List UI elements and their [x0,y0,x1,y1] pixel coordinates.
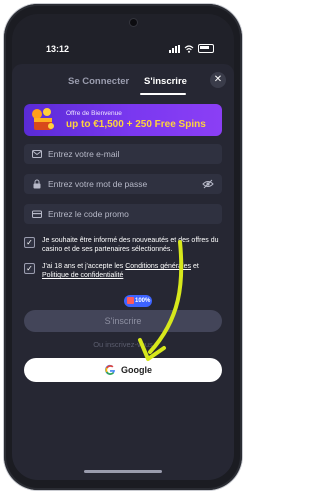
check-icon: ✓ [26,264,33,273]
home-indicator [84,470,162,473]
lock-icon [33,179,41,189]
signup-modal: Se Connecter S'inscrire ✕ Offre de Bienv… [12,64,234,480]
banner-headline: up to €1,500 + 250 Free Spins [66,119,206,130]
google-button-label: Google [121,365,152,375]
tab-login[interactable]: Se Connecter [68,76,129,87]
check-icon: ✓ [26,238,33,247]
terms-prefix: J'ai 18 ans et j'accepte les [42,263,126,270]
status-time: 13:12 [46,44,70,54]
google-icon [105,364,115,375]
terms-text: J'ai 18 ans et j'accepte les Conditions … [42,262,220,280]
active-tab-indicator [140,93,186,95]
mail-icon [32,150,42,158]
privacy-link[interactable]: Politique de confidentialité [42,272,123,279]
battery-icon [198,44,214,53]
close-button[interactable]: ✕ [210,72,226,88]
promo-input[interactable] [48,204,198,224]
terms-middle: et [191,263,199,270]
terms-consent: ✓ J'ai 18 ans et j'accepte les Condition… [24,262,222,282]
status-icons [169,44,214,53]
password-input[interactable] [48,174,198,194]
phone-frame: 13:12 Se Connecter S'inscrire ✕ Offre de… [4,4,242,490]
eye-slash-icon[interactable] [202,179,214,189]
banner-subtitle: Offre de Bienvenue [66,110,122,117]
signup-submit-button[interactable]: S'inscrire [24,310,222,332]
newsletter-text: Je souhaite être informé des nouveautés … [42,237,219,253]
promo-field[interactable] [24,204,222,224]
newsletter-checkbox[interactable]: ✓ [24,237,35,248]
front-camera [130,19,137,26]
signal-icon [169,44,180,53]
promo-card-icon [32,210,42,218]
email-input[interactable] [48,144,198,164]
tab-signup[interactable]: S'inscrire [144,76,187,87]
treasure-chest-icon [32,108,54,130]
google-signup-button[interactable]: Google [24,358,222,382]
auth-tabs: Se Connecter S'inscrire [12,76,234,96]
or-divider-text: Ou inscrivez-vous [93,340,153,349]
password-field[interactable] [24,174,222,194]
status-bar: 13:12 [12,42,234,58]
wifi-icon [184,44,194,53]
screen: 13:12 Se Connecter S'inscrire ✕ Offre de… [12,14,234,480]
terms-link[interactable]: Conditions générales [125,263,191,270]
bonus-badge-label: 100% [135,298,151,304]
gift-icon [127,297,134,304]
welcome-offer-banner[interactable]: Offre de Bienvenue up to €1,500 + 250 Fr… [24,104,222,136]
bonus-badge: 100% [124,295,152,307]
newsletter-consent: ✓ Je souhaite être informé des nouveauté… [24,236,222,256]
close-icon: ✕ [213,74,223,85]
terms-checkbox[interactable]: ✓ [24,263,35,274]
email-field[interactable] [24,144,222,164]
